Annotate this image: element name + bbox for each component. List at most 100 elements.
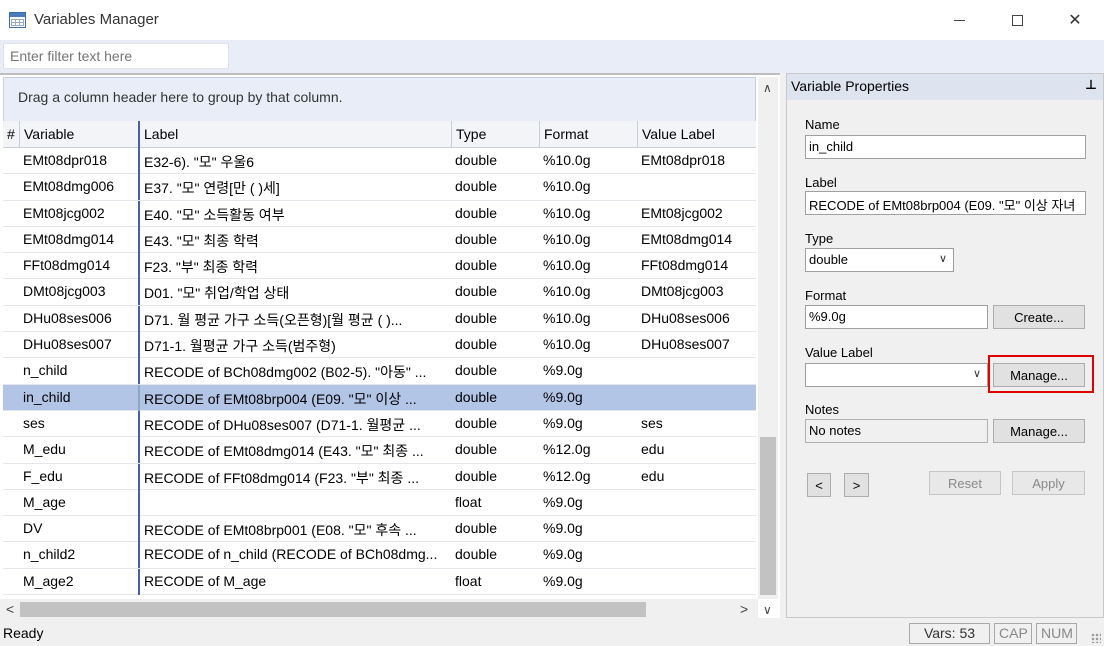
cell-format[interactable]: %10.0g xyxy=(539,253,637,279)
cell-format[interactable]: %9.0g xyxy=(539,385,637,411)
minimize-button[interactable] xyxy=(930,0,988,40)
cell-variable[interactable]: DMt08jcg003 xyxy=(19,279,137,305)
cell-variable[interactable]: in_child xyxy=(19,385,137,411)
cell-value-label[interactable] xyxy=(637,174,756,200)
cell-value-label[interactable]: ses xyxy=(637,411,756,437)
cell-label[interactable]: F23. "부" 최종 학력 xyxy=(138,253,451,280)
cell-format[interactable]: %10.0g xyxy=(539,201,637,227)
table-row[interactable]: F_edu RECODE of FFt08dmg014 (F23. "부" 최종 … xyxy=(3,463,756,490)
cell-variable[interactable]: ses xyxy=(19,411,137,437)
cell-value-label[interactable] xyxy=(637,569,756,595)
cell-variable[interactable]: M_edu xyxy=(19,437,137,463)
cell-type[interactable]: float xyxy=(451,490,539,516)
table-row[interactable]: in_child RECODE of EMt08brp004 (E09. "모" … xyxy=(3,384,756,411)
cell-type[interactable]: double xyxy=(451,411,539,437)
cell-label[interactable]: E40. "모" 소득활동 여부 xyxy=(138,200,451,227)
horizontal-scroll-thumb[interactable] xyxy=(20,602,646,617)
close-button[interactable]: ✕ xyxy=(1046,0,1104,40)
cell-value-label[interactable]: DHu08ses007 xyxy=(637,332,756,358)
pin-icon[interactable]: ⊥ xyxy=(1085,77,1097,93)
cell-type[interactable]: double xyxy=(451,437,539,463)
table-row[interactable]: M_edu RECODE of EMt08dmg014 (E43. "모" 최종 … xyxy=(3,437,756,464)
cell-variable[interactable]: FFt08dmg014 xyxy=(19,253,137,279)
table-row[interactable]: DHu08ses006 D71. 월 평균 가구 소득(오픈형)[월 평균 ( )… xyxy=(3,305,756,333)
cell-label[interactable]: E37. "모" 연령[만 ( )세] xyxy=(138,174,451,201)
cell-type[interactable]: double xyxy=(451,148,539,174)
table-row[interactable]: ses RECODE of DHu08ses007 (D71-1. 월평균 ...… xyxy=(3,410,756,438)
cell-type[interactable]: double xyxy=(451,174,539,200)
cell-value-label[interactable] xyxy=(637,358,756,384)
table-row[interactable]: DMt08jcg003 D01. "모" 취업/학업 상태 double %10.0g… xyxy=(3,279,756,306)
cell-label[interactable]: D71. 월 평균 가구 소득(오픈형)[월 평균 ( )... xyxy=(138,305,451,332)
column-header-type[interactable]: Type xyxy=(451,121,539,148)
format-field[interactable]: %9.0g xyxy=(805,305,988,329)
cell-variable[interactable]: DHu08ses007 xyxy=(19,332,137,358)
table-row[interactable]: EMt08dmg006 E37. "모" 연령[만 ( )세] double %10.… xyxy=(3,174,756,201)
table-row[interactable]: n_child RECODE of BCh08dmg002 (B02-5). "아… xyxy=(3,358,756,385)
cell-format[interactable]: %9.0g xyxy=(539,569,637,595)
cell-label[interactable]: RECODE of EMt08brp004 (E09. "모" 이상 ... xyxy=(138,384,451,411)
column-header-format[interactable]: Format xyxy=(539,121,637,148)
cell-variable[interactable]: n_child xyxy=(19,358,137,384)
cell-variable[interactable]: DHu08ses006 xyxy=(19,306,137,332)
vertical-scrollbar[interactable]: ∧ ∨ xyxy=(758,77,778,617)
cell-type[interactable]: double xyxy=(451,516,539,542)
cell-format[interactable]: %10.0g xyxy=(539,148,637,174)
cell-value-label[interactable]: EMt08jcg002 xyxy=(637,201,756,227)
cell-label[interactable]: RECODE of EMt08brp001 (E08. "모" 후속 ... xyxy=(138,516,451,543)
cell-type[interactable]: double xyxy=(451,227,539,253)
cell-value-label[interactable]: EMt08dpr018 xyxy=(637,148,756,174)
column-header-value-label[interactable]: Value Label xyxy=(637,121,756,148)
label-field[interactable]: RECODE of EMt08brp004 (E09. "모" 이상 자녀 xyxy=(805,191,1086,215)
column-header-num[interactable]: # xyxy=(3,121,19,148)
filter-input[interactable] xyxy=(3,43,229,69)
cell-format[interactable]: %10.0g xyxy=(539,227,637,253)
scroll-up-icon[interactable]: ∧ xyxy=(763,81,772,95)
cell-value-label[interactable]: edu xyxy=(637,464,756,490)
column-header-variable[interactable]: Variable xyxy=(19,121,138,148)
cell-format[interactable]: %10.0g xyxy=(539,306,637,332)
cell-value-label[interactable]: edu xyxy=(637,437,756,463)
value-label-select[interactable]: ∨ xyxy=(805,363,988,387)
create-format-button[interactable]: Create... xyxy=(993,305,1085,329)
scroll-right-icon[interactable]: > xyxy=(740,601,748,617)
table-row[interactable]: EMt08jcg002 E40. "모" 소득활동 여부 double %10.0g E… xyxy=(3,200,756,227)
cell-value-label[interactable] xyxy=(637,490,756,516)
column-header-label[interactable]: Label xyxy=(138,121,451,148)
table-row[interactable]: DV RECODE of EMt08brp001 (E08. "모" 후속 ...… xyxy=(3,516,756,543)
cell-format[interactable]: %9.0g xyxy=(539,516,637,542)
cell-label[interactable]: RECODE of n_child (RECODE of BCh08dmg... xyxy=(138,542,451,569)
cell-format[interactable]: %12.0g xyxy=(539,464,637,490)
table-row[interactable]: M_age float %9.0g xyxy=(3,489,756,517)
table-row[interactable]: DHu08ses007 D71-1. 월평균 가구 소득(범주형) double %1… xyxy=(3,332,756,359)
cell-label[interactable]: RECODE of EMt08dmg014 (E43. "모" 최종 ... xyxy=(138,437,451,464)
cell-label[interactable]: RECODE of M_age xyxy=(138,568,451,595)
group-by-area[interactable]: Drag a column header here to group by th… xyxy=(3,77,756,121)
cell-value-label[interactable] xyxy=(637,385,756,411)
cell-format[interactable]: %9.0g xyxy=(539,358,637,384)
next-variable-button[interactable]: > xyxy=(844,473,869,497)
reset-button[interactable]: Reset xyxy=(929,471,1001,495)
cell-format[interactable]: %10.0g xyxy=(539,279,637,305)
table-row[interactable]: FFt08dmg014 F23. "부" 최종 학력 double %10.0g FFt… xyxy=(3,253,756,280)
cell-format[interactable]: %9.0g xyxy=(539,542,637,568)
cell-variable[interactable]: EMt08jcg002 xyxy=(19,201,137,227)
cell-label[interactable]: RECODE of BCh08dmg002 (B02-5). "아동" ... xyxy=(138,358,451,385)
cell-value-label[interactable]: DMt08jcg003 xyxy=(637,279,756,305)
type-select[interactable]: double ∨ xyxy=(805,248,954,272)
notes-field[interactable]: No notes xyxy=(805,419,988,443)
apply-button[interactable]: Apply xyxy=(1012,471,1085,495)
table-row[interactable]: M_age2 RECODE of M_age float %9.0g xyxy=(3,568,756,596)
cell-value-label[interactable] xyxy=(637,516,756,542)
cell-type[interactable]: double xyxy=(451,201,539,227)
cell-value-label[interactable]: DHu08ses006 xyxy=(637,306,756,332)
resize-grip-icon[interactable] xyxy=(1091,633,1101,643)
cell-format[interactable]: %10.0g xyxy=(539,332,637,358)
cell-type[interactable]: float xyxy=(451,569,539,595)
cell-label[interactable]: E43. "모" 최종 학력 xyxy=(138,226,451,253)
cell-variable[interactable]: EMt08dmg014 xyxy=(19,227,137,253)
maximize-button[interactable] xyxy=(988,0,1046,40)
cell-type[interactable]: double xyxy=(451,464,539,490)
cell-value-label[interactable]: FFt08dmg014 xyxy=(637,253,756,279)
manage-notes-button[interactable]: Manage... xyxy=(993,419,1085,443)
